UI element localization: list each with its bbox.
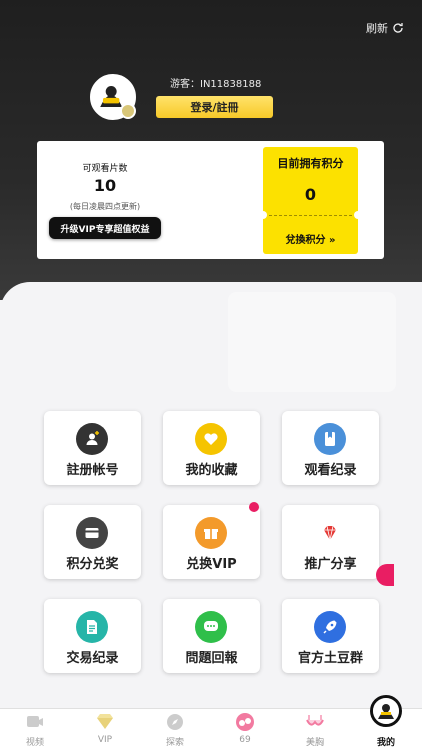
sixtynine-icon bbox=[236, 713, 254, 731]
transaction-history-button[interactable]: 交易纪录 bbox=[44, 599, 141, 673]
watch-count: 10 bbox=[93, 176, 117, 195]
favorites-button[interactable]: 我的收藏 bbox=[163, 411, 260, 485]
guest-id: 游客：IN11838188 bbox=[170, 79, 262, 90]
decorative-panel bbox=[228, 292, 396, 392]
document-icon bbox=[76, 611, 108, 643]
profile-icon bbox=[370, 695, 402, 727]
refresh-label: 刷新 bbox=[366, 22, 388, 35]
vip-icon bbox=[97, 714, 113, 729]
ticket-notch-right bbox=[354, 211, 362, 219]
grid-label: 官方土豆群 bbox=[297, 651, 363, 666]
nav-label: 美胸 bbox=[305, 738, 324, 748]
avatar-badge-icon bbox=[120, 103, 136, 119]
heart-icon bbox=[195, 423, 227, 455]
redeem-vip-button[interactable]: 兑换VIP bbox=[163, 505, 260, 579]
add-user-icon bbox=[76, 423, 108, 455]
watch-note: (每日凌晨四点更新) bbox=[69, 202, 141, 211]
grid-label: 推广分享 bbox=[304, 557, 357, 572]
nav-video[interactable]: 视频 bbox=[5, 709, 65, 748]
nav-label: VIP bbox=[97, 735, 113, 745]
nav-explore[interactable]: 探索 bbox=[145, 709, 205, 748]
nav-label: 探索 bbox=[165, 738, 184, 748]
grid-label: 問題回報 bbox=[185, 651, 238, 666]
refresh-icon bbox=[393, 23, 403, 33]
nav-label: 我的 bbox=[376, 738, 395, 748]
nav-label: 视频 bbox=[25, 738, 44, 748]
grid-label: 交易纪录 bbox=[66, 651, 119, 666]
nav-69[interactable]: 69 bbox=[215, 709, 275, 748]
video-icon bbox=[27, 716, 43, 727]
points-title: 目前拥有积分 bbox=[277, 157, 344, 170]
nav-label: 69 bbox=[239, 735, 251, 745]
ticket-notch-left bbox=[259, 211, 267, 219]
refresh-button[interactable]: 刷新 bbox=[366, 20, 404, 36]
points-prize-button[interactable]: 积分兑奖 bbox=[44, 505, 141, 579]
official-group-button[interactable]: 官方土豆群 bbox=[282, 599, 379, 673]
upgrade-vip-button[interactable]: 升级VIP专享超值权益 bbox=[49, 217, 161, 239]
notification-dot bbox=[249, 502, 259, 512]
points-box: 目前拥有积分 0 兌換积分 » bbox=[259, 147, 362, 254]
watch-label: 可观看片数 bbox=[82, 164, 128, 174]
card-icon bbox=[76, 517, 108, 549]
nav-chest[interactable]: 美胸 bbox=[285, 709, 345, 748]
redeem-points-button[interactable]: 兌換积分 » bbox=[263, 231, 358, 246]
grid-label: 兑换VIP bbox=[186, 557, 237, 572]
share-promotion-button[interactable]: 推广分享 bbox=[282, 505, 379, 579]
points-value: 0 bbox=[304, 185, 317, 204]
gift-icon bbox=[195, 517, 227, 549]
stats-card: 可观看片数 10 (每日凌晨四点更新) 升级VIP专享超值权益 目前拥有积分 0… bbox=[37, 141, 384, 259]
feedback-button[interactable]: 問題回報 bbox=[163, 599, 260, 673]
nav-profile[interactable]: 我的 bbox=[356, 695, 416, 748]
diamond-icon bbox=[314, 517, 346, 549]
chat-icon bbox=[195, 611, 227, 643]
grid-label: 註册帐号 bbox=[66, 463, 119, 478]
nav-vip[interactable]: VIP bbox=[75, 709, 135, 748]
floating-side-tab[interactable] bbox=[376, 564, 394, 586]
bra-icon bbox=[306, 715, 324, 726]
points-divider bbox=[269, 215, 352, 216]
compass-icon bbox=[167, 714, 183, 730]
grid-label: 我的收藏 bbox=[185, 463, 238, 478]
bottom-nav: 视频 VIP 探索 69 美胸 我的 bbox=[0, 695, 422, 748]
grid-label: 观看纪录 bbox=[304, 463, 357, 478]
rocket-icon bbox=[314, 611, 346, 643]
bookmark-icon bbox=[314, 423, 346, 455]
watch-history-button[interactable]: 观看纪录 bbox=[282, 411, 379, 485]
register-account-button[interactable]: 註册帐号 bbox=[44, 411, 141, 485]
login-button[interactable]: 登录/註冊 bbox=[156, 96, 273, 118]
grid-label: 积分兑奖 bbox=[66, 557, 119, 572]
